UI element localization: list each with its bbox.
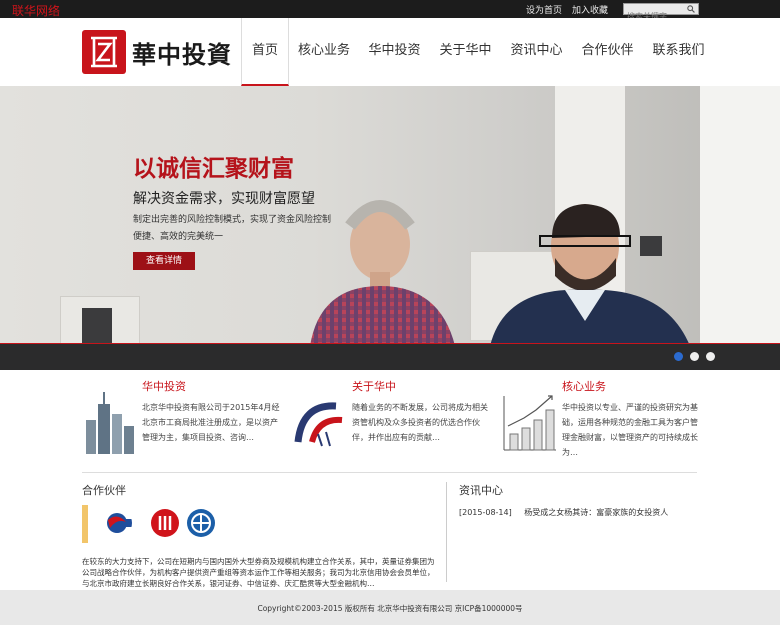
partners-title: 合作伙伴 (82, 484, 126, 497)
partners-about-text: 在较东的大力支持下，公司在短期内与国内国外大型券商及规模机构建立合作关系，其中，… (82, 557, 435, 588)
search-box (623, 3, 699, 22)
brand-tag: 联华网络 (12, 4, 61, 18)
feature-card-core-business: 核心业务 华中投资以专业、严谨的投资研究为基础，运用各种规范的金融工具为客户管理… (502, 370, 722, 470)
feature-title[interactable]: 关于华中 (352, 378, 396, 394)
copyright-text: Copyright©2003-2015 版权所有 北京华中投资有限公司 京ICP… (257, 604, 523, 613)
feature-text: 华中投资以专业、严谨的投资研究为基础，运用各种规范的金融工具为客户管理金融财富，… (562, 403, 698, 457)
partner-logo-red-blue-icon[interactable] (102, 508, 132, 538)
hero-footer-strip (0, 344, 780, 370)
growth-chart-icon (503, 395, 556, 451)
nav-item-news[interactable]: 资讯中心 (501, 18, 572, 86)
partner-logo-red-circle-icon[interactable] (150, 508, 180, 538)
top-utility-bar: 联华网络 设为首页 加入收藏 (0, 0, 780, 22)
city-buildings-icon (86, 392, 134, 454)
feature-title[interactable]: 华中投资 (142, 378, 186, 394)
hero-subheadline: 解决资金需求，实现财富愿望 (133, 191, 315, 207)
news-title: 资讯中心 (459, 484, 503, 497)
arch-logo-icon (294, 402, 343, 447)
site-logo[interactable]: 華中投資 (82, 30, 232, 74)
news-item[interactable]: [2015-08-14] 杨受成之女杨其诗：富豪家族的女投资人 (459, 507, 668, 518)
nav-item-huazhong-investment[interactable]: 华中投资 (359, 18, 430, 86)
feature-text: 随着业务的不断发展，公司将成为相关资管机构及众多投资者的优选合作伙伴，并作出应有… (352, 403, 488, 442)
main-nav: 首页 核心业务 华中投资 关于华中 资讯中心 合作伙伴 联系我们 (241, 18, 714, 86)
slide-dot-2[interactable] (690, 352, 699, 361)
nav-item-home[interactable]: 首页 (241, 18, 289, 86)
business-people-image (310, 200, 690, 346)
logo-mark-icon (82, 30, 126, 74)
section-divider (82, 472, 697, 473)
site-header: 華中投資 首页 核心业务 华中投资 关于华中 资讯中心 合作伙伴 联系我们 (0, 18, 780, 86)
feature-title[interactable]: 核心业务 (562, 378, 606, 394)
hero-description-line-2: 便捷、高效的完美统一 (133, 232, 224, 242)
hero-banner: 以诚信汇聚财富 解决资金需求，实现财富愿望 制定出完善的风险控制模式，实现了资金… (0, 86, 780, 370)
news-date: [2015-08-14] (459, 508, 512, 517)
hero-description-line-1: 制定出完善的风险控制模式，实现了资金风险控制 (133, 215, 332, 225)
nav-item-about[interactable]: 关于华中 (430, 18, 501, 86)
partners-accent-bar (82, 505, 88, 543)
office-monitor (82, 308, 112, 344)
site-footer: Copyright©2003-2015 版权所有 北京华中投资有限公司 京ICP… (0, 590, 780, 625)
feature-card-about: 关于华中 随着业务的不断发展，公司将成为相关资管机构及众多投资者的优选合作伙伴，… (292, 370, 512, 470)
slide-dot-1[interactable] (674, 352, 683, 361)
feature-text: 北京华中投资有限公司于2015年4月经北京市工商局批准注册成立，是以资产管理为主… (142, 403, 280, 442)
search-icon[interactable] (687, 5, 695, 13)
set-home-link[interactable]: 设为首页 (526, 3, 562, 16)
nav-item-core-business[interactable]: 核心业务 (289, 18, 359, 86)
partner-logo-blue-circle-icon[interactable] (186, 508, 216, 538)
utility-links: 设为首页 加入收藏 (526, 3, 608, 16)
slide-dot-3[interactable] (706, 352, 715, 361)
news-headline[interactable]: 杨受成之女杨其诗：富豪家族的女投资人 (524, 508, 668, 517)
feature-card-huazhong: 华中投资 北京华中投资有限公司于2015年4月经北京市工商局批准注册成立，是以资… (82, 370, 302, 470)
nav-item-partners[interactable]: 合作伙伴 (572, 18, 643, 86)
logo-text: 華中投資 (132, 39, 232, 69)
view-details-button[interactable]: 查看详情 (133, 252, 195, 270)
hero-headline: 以诚信汇聚财富 (133, 156, 294, 182)
add-favorite-link[interactable]: 加入收藏 (572, 3, 608, 16)
slide-indicators (674, 352, 715, 361)
nav-item-contact[interactable]: 联系我们 (643, 18, 714, 86)
column-divider (446, 482, 447, 582)
